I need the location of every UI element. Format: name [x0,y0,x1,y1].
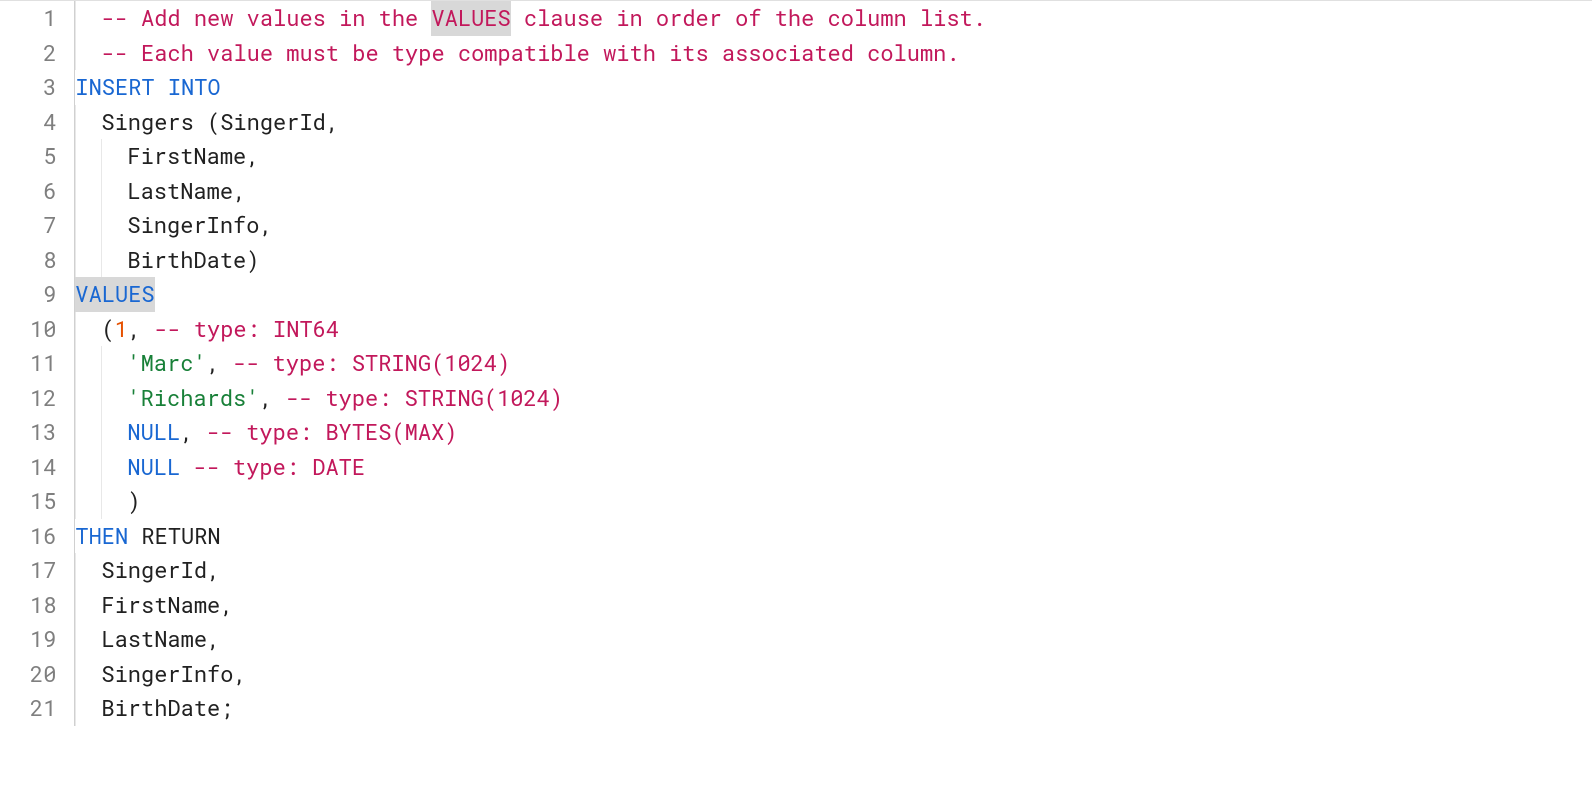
punctuation: , [207,553,220,588]
punctuation: , [246,139,259,174]
identifier: SingerId [101,553,207,588]
identifier: SingerInfo [127,208,259,243]
code-line[interactable]: INSERT INTO [75,70,1592,105]
comment: -- Add new values in the [101,1,431,36]
identifier: LastName [101,622,207,657]
code-line[interactable]: SingerId, [75,553,1592,588]
null-literal: NULL [127,415,180,450]
identifier: LastName [127,174,233,209]
identifier: RETURN [128,519,220,554]
line-number: 4 [30,105,56,140]
comment-highlighted: VALUES [431,1,510,36]
line-number: 9 [30,277,56,312]
code-line[interactable]: BirthDate) [75,243,1592,278]
paren: ) [246,243,259,278]
line-number: 16 [30,519,56,554]
identifier: BirthDate [101,691,220,726]
identifier: FirstName [127,139,246,174]
line-number: 6 [30,174,56,209]
code-line[interactable]: THEN RETURN [75,519,1592,554]
comment: -- type: BYTES(MAX) [207,415,458,450]
identifier: FirstName [101,588,220,623]
punctuation: , [128,312,154,347]
line-number: 13 [30,415,56,450]
comment: clause in order of the column list. [511,1,986,36]
line-number: 7 [30,208,56,243]
line-number: 8 [30,243,56,278]
punctuation: , [207,622,220,657]
comment: -- type: INT64 [154,312,339,347]
code-line[interactable]: BirthDate; [75,691,1592,726]
string: 'Richards' [127,381,259,416]
punctuation: , [180,415,206,450]
code-line[interactable]: 'Richards', -- type: STRING(1024) [75,381,1592,416]
space [180,450,193,485]
identifier: Singers [101,105,207,140]
line-number: 10 [30,312,56,347]
comment: -- type: STRING(1024) [286,381,563,416]
punctuation: , [233,657,246,692]
line-number: 18 [30,588,56,623]
code-line[interactable]: FirstName, [75,588,1592,623]
punctuation: , [326,105,339,140]
number: 1 [115,312,128,347]
identifier: BirthDate [127,243,246,278]
code-line[interactable]: FirstName, [75,139,1592,174]
line-number: 2 [30,36,56,71]
punctuation: , [207,346,233,381]
paren: ( [101,312,114,347]
identifier: SingerId [220,105,326,140]
line-number: 5 [30,139,56,174]
code-line[interactable]: SingerInfo, [75,657,1592,692]
punctuation: ; [220,691,233,726]
paren: ) [127,484,140,519]
line-number: 21 [30,691,56,726]
code-line[interactable]: -- Each value must be type compatible wi… [75,36,1592,71]
line-number: 14 [30,450,56,485]
code-line[interactable]: (1, -- type: INT64 [75,312,1592,347]
comment: -- type: STRING(1024) [233,346,510,381]
line-number: 20 [30,657,56,692]
code-line[interactable]: ) [75,484,1592,519]
line-number: 17 [30,553,56,588]
code-line[interactable]: Singers (SingerId, [75,105,1592,140]
line-number: 1 [30,1,56,36]
code-line[interactable]: NULL, -- type: BYTES(MAX) [75,415,1592,450]
code-line[interactable]: VALUES [75,277,1592,312]
comment: -- Each value must be type compatible wi… [101,36,959,71]
string: 'Marc' [127,346,206,381]
paren: ( [207,105,220,140]
line-number: 19 [30,622,56,657]
code-line[interactable]: NULL -- type: DATE [75,450,1592,485]
punctuation: , [233,174,246,209]
code-editor[interactable]: -- Add new values in the VALUES clause i… [74,1,1592,726]
line-number: 11 [30,346,56,381]
line-number: 12 [30,381,56,416]
punctuation: , [220,588,233,623]
keyword: THEN [75,519,128,554]
code-line[interactable]: LastName, [75,622,1592,657]
code-line[interactable]: -- Add new values in the VALUES clause i… [75,1,1592,36]
punctuation: , [259,208,272,243]
line-number: 3 [30,70,56,105]
comment: -- type: DATE [193,450,365,485]
keyword-highlighted: VALUES [75,277,154,312]
code-line[interactable]: SingerInfo, [75,208,1592,243]
punctuation: , [259,381,285,416]
line-number: 15 [30,484,56,519]
code-line[interactable]: 'Marc', -- type: STRING(1024) [75,346,1592,381]
keyword: INSERT INTO [75,70,220,105]
code-line[interactable]: LastName, [75,174,1592,209]
identifier: SingerInfo [101,657,233,692]
null-literal: NULL [127,450,180,485]
line-number-gutter: 1 2 3 4 5 6 7 8 9 10 11 12 13 14 15 16 1… [0,1,74,726]
